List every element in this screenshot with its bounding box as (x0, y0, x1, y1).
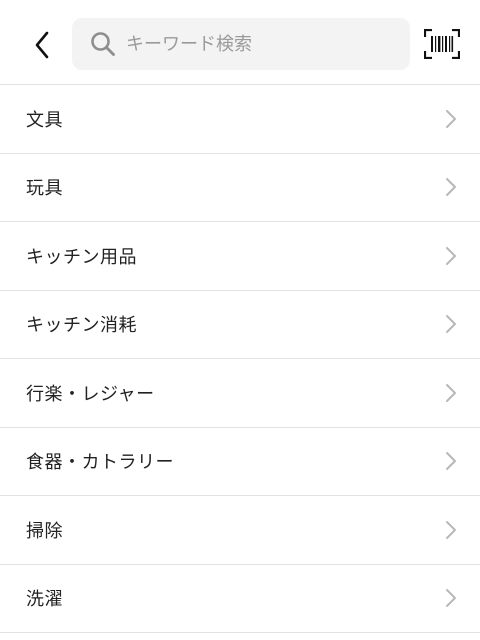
category-label: キッチン消耗 (26, 315, 137, 337)
search-icon (90, 31, 116, 57)
chevron-left-icon (35, 31, 49, 59)
chevron-right-icon (444, 245, 458, 267)
barcode-scan-icon (424, 29, 460, 59)
back-button[interactable] (20, 20, 64, 70)
chevron-right-icon (444, 313, 458, 335)
category-label: 玩具 (26, 178, 63, 200)
chevron-right-icon (444, 587, 458, 609)
category-item-kitchen-consumables[interactable]: キッチン消耗 (0, 291, 480, 359)
category-item-tableware-cutlery[interactable]: 食器・カトラリー (0, 428, 480, 496)
category-item-cleaning[interactable]: 掃除 (0, 496, 480, 565)
chevron-right-icon (444, 450, 458, 472)
category-label: 行楽・レジャー (26, 383, 155, 405)
chevron-right-icon (444, 519, 458, 541)
chevron-right-icon (444, 176, 458, 198)
category-label: 食器・カトラリー (26, 452, 174, 474)
app-header (0, 0, 480, 85)
category-item-kitchen-supplies[interactable]: キッチン用品 (0, 222, 480, 291)
search-input[interactable] (126, 33, 386, 55)
category-item-stationery[interactable]: 文具 (0, 85, 480, 154)
category-label: 文具 (26, 109, 63, 131)
category-item-toys[interactable]: 玩具 (0, 154, 480, 222)
chevron-right-icon (444, 108, 458, 130)
category-label: 洗濯 (26, 589, 63, 611)
category-item-laundry[interactable]: 洗濯 (0, 565, 480, 633)
category-list: 文具 玩具 キッチン用品 キッチン消耗 行楽・レジャー 食器・カトラリー 掃除 … (0, 85, 480, 633)
category-item-outdoor-leisure[interactable]: 行楽・レジャー (0, 359, 480, 428)
search-bar[interactable] (72, 18, 410, 70)
category-label: キッチン用品 (26, 246, 137, 268)
category-label: 掃除 (26, 520, 63, 542)
barcode-scan-button[interactable] (424, 28, 460, 60)
chevron-right-icon (444, 382, 458, 404)
